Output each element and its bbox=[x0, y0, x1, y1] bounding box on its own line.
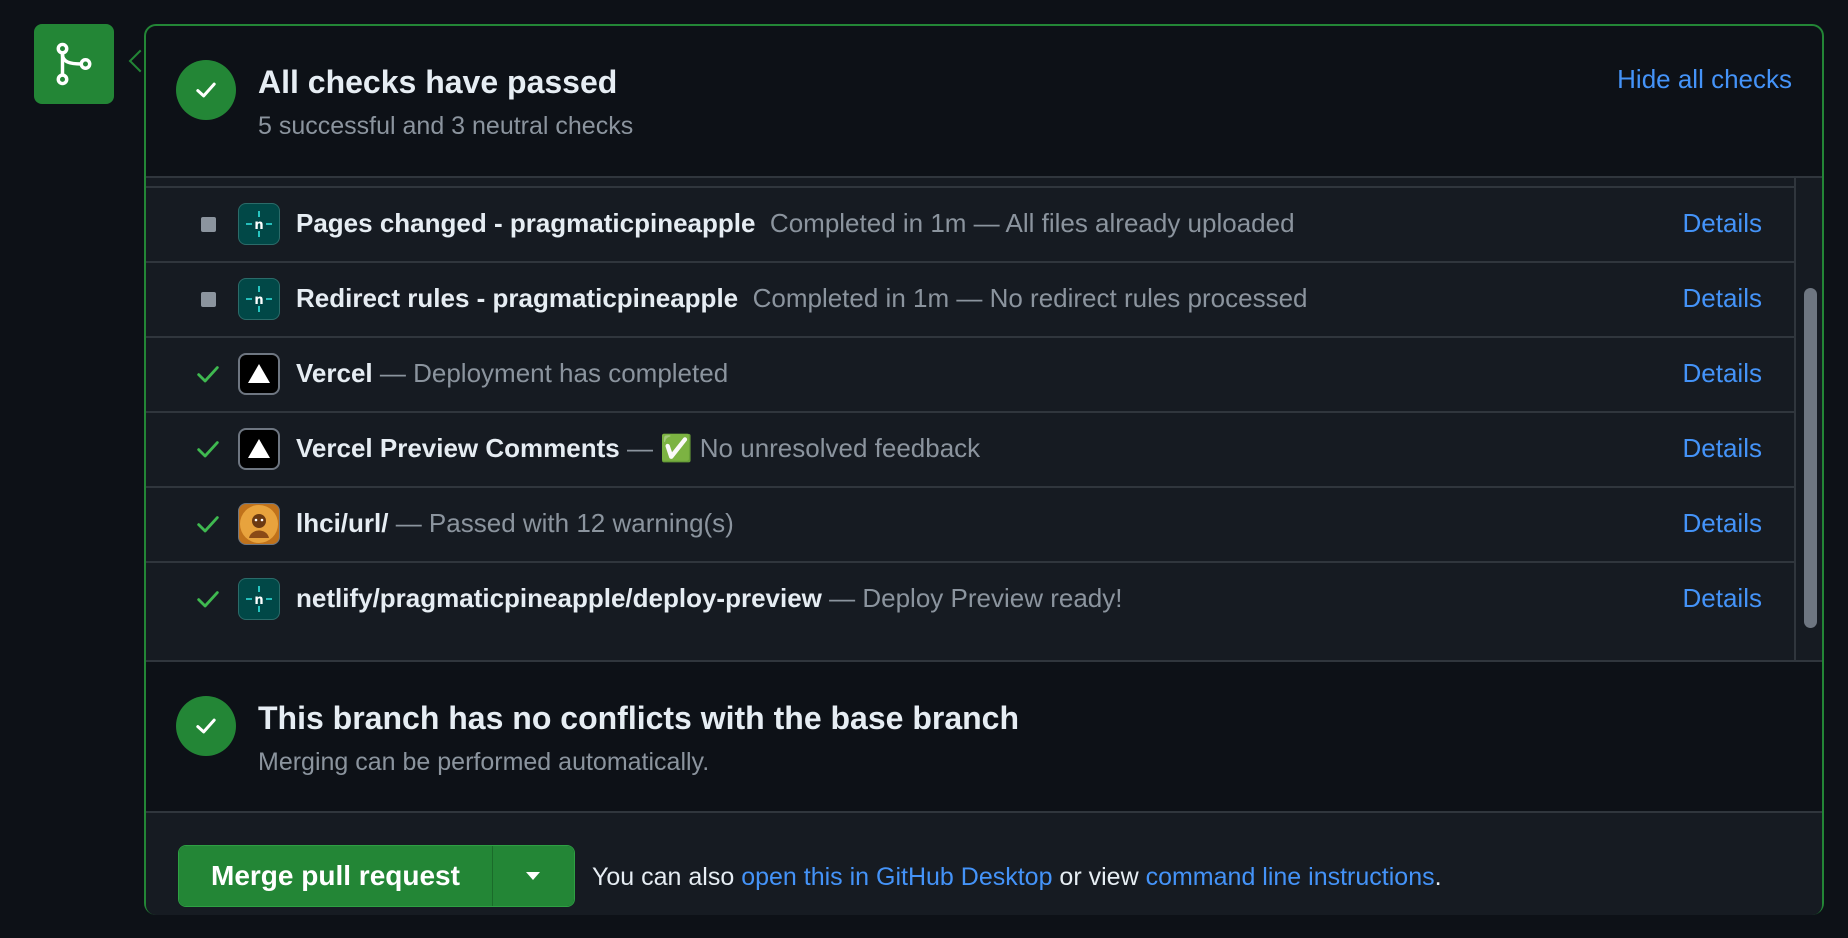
check-row: Vercel — Deployment has completed Detail… bbox=[146, 336, 1794, 411]
vercel-icon bbox=[238, 353, 280, 395]
check-name: Redirect rules - pragmaticpineapple bbox=[296, 283, 739, 313]
caret-down-icon bbox=[526, 872, 541, 880]
check-success-icon bbox=[194, 510, 222, 538]
vercel-icon bbox=[238, 428, 280, 470]
no-conflicts-icon bbox=[176, 696, 236, 756]
merge-pull-request-button[interactable]: Merge pull request bbox=[179, 846, 492, 906]
check-name: netlify/pragmaticpineapple/deploy-previe… bbox=[296, 583, 822, 613]
details-link[interactable]: Details bbox=[1683, 508, 1762, 539]
merge-options-dropdown[interactable] bbox=[491, 846, 574, 906]
check-text: Pages changed - pragmaticpineapple Compl… bbox=[296, 208, 1295, 239]
svg-text:n: n bbox=[254, 218, 263, 233]
netlify-icon: n bbox=[238, 578, 280, 620]
netlify-icon: n bbox=[238, 278, 280, 320]
check-row: n netlify/pragmaticpineapple/deploy-prev… bbox=[146, 561, 1794, 636]
check-text: Redirect rules - pragmaticpineapple Comp… bbox=[296, 283, 1308, 314]
check-text: Vercel — Deployment has completed bbox=[296, 358, 728, 389]
check-description: — Deploy Preview ready! bbox=[829, 583, 1123, 613]
checks-summary-subtitle: 5 successful and 3 neutral checks bbox=[258, 112, 634, 140]
neutral-status-icon bbox=[194, 285, 222, 313]
conflicts-title: This branch has no conflicts with the ba… bbox=[258, 700, 1020, 736]
git-merge-icon-badge bbox=[34, 24, 114, 104]
svg-text:n: n bbox=[254, 593, 263, 608]
check-success-icon bbox=[194, 585, 222, 613]
check-row: n Redirect rules - pragmaticpineapple Co… bbox=[146, 261, 1794, 336]
conflicts-subtitle: Merging can be performed automatically. bbox=[258, 748, 710, 776]
details-link[interactable]: Details bbox=[1683, 583, 1762, 614]
git-branch-icon bbox=[56, 42, 92, 86]
check-name: Vercel Preview Comments bbox=[296, 433, 620, 463]
netlify-icon: n bbox=[238, 203, 280, 245]
scrollbar-thumb[interactable] bbox=[1804, 288, 1817, 628]
checks-scrollbar[interactable] bbox=[1794, 178, 1822, 660]
merge-footer: Merge pull request You can also open thi… bbox=[146, 811, 1822, 915]
details-link[interactable]: Details bbox=[1683, 358, 1762, 389]
check-description: — ✅ No unresolved feedback bbox=[626, 433, 981, 463]
details-link[interactable]: Details bbox=[1683, 433, 1762, 464]
merge-button-group: Merge pull request bbox=[178, 845, 575, 907]
open-in-desktop-link[interactable]: open this in GitHub Desktop bbox=[741, 863, 1052, 891]
check-description: Completed in 1m — No redirect rules proc… bbox=[752, 283, 1308, 313]
check-name: Pages changed - pragmaticpineapple bbox=[296, 208, 756, 238]
checks-list: n Pages changed - pragmaticpineapple Com… bbox=[146, 186, 1794, 636]
details-link[interactable]: Details bbox=[1683, 208, 1762, 239]
svg-text:n: n bbox=[254, 293, 263, 308]
check-text: netlify/pragmaticpineapple/deploy-previe… bbox=[296, 583, 1122, 614]
check-row: Vercel Preview Comments — ✅ No unresolve… bbox=[146, 411, 1794, 486]
merge-box: All checks have passed 5 successful and … bbox=[144, 24, 1824, 915]
check-success-icon bbox=[194, 360, 222, 388]
check-success-icon bbox=[194, 435, 222, 463]
check-description: — Passed with 12 warning(s) bbox=[395, 508, 734, 538]
check-text: lhci/url/ — Passed with 12 warning(s) bbox=[296, 508, 734, 539]
checks-summary-header: All checks have passed 5 successful and … bbox=[146, 26, 1822, 176]
check-row: lhci/url/ — Passed with 12 warning(s) De… bbox=[146, 486, 1794, 561]
check-description: — Deployment has completed bbox=[379, 358, 729, 388]
checks-summary-title: All checks have passed bbox=[258, 64, 618, 100]
check-description: Completed in 1m — All files already uplo… bbox=[769, 208, 1295, 238]
check-name: Vercel bbox=[296, 358, 373, 388]
hide-all-checks-link[interactable]: Hide all checks bbox=[1617, 64, 1792, 95]
check-text: Vercel Preview Comments — ✅ No unresolve… bbox=[296, 433, 980, 464]
neutral-status-icon bbox=[194, 210, 222, 238]
checks-passed-icon bbox=[176, 60, 236, 120]
conflicts-section: This branch has no conflicts with the ba… bbox=[146, 662, 1822, 812]
lhci-icon bbox=[238, 503, 280, 545]
check-row: n Pages changed - pragmaticpineapple Com… bbox=[146, 186, 1794, 261]
command-line-instructions-link[interactable]: command line instructions bbox=[1146, 863, 1435, 891]
merge-panel-root: All checks have passed 5 successful and … bbox=[0, 0, 1848, 938]
details-link[interactable]: Details bbox=[1683, 283, 1762, 314]
merge-alternatives-text: You can also open this in GitHub Desktop… bbox=[592, 863, 1442, 891]
checks-list-container: n Pages changed - pragmaticpineapple Com… bbox=[146, 176, 1822, 662]
check-name: lhci/url/ bbox=[296, 508, 389, 538]
